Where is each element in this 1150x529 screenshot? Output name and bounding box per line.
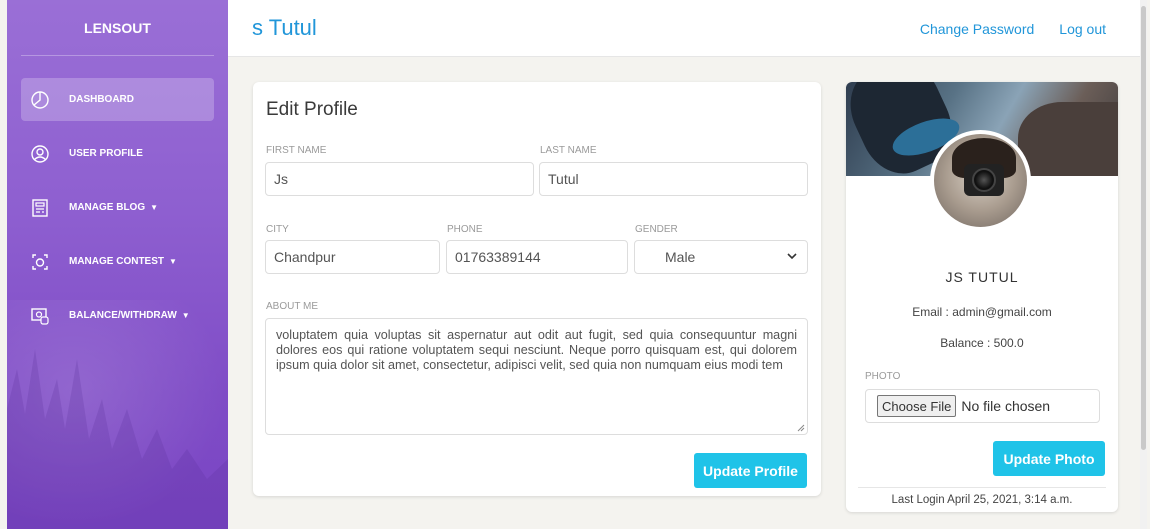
sidebar-item-label: MANAGE CONTEST <box>69 256 164 267</box>
user-card: JS TUTUL Email : admin@gmail.com Balance… <box>846 82 1118 512</box>
about-me-label: ABOUT ME <box>266 301 319 312</box>
camera-icon <box>29 251 51 273</box>
about-me-textarea[interactable]: voluptatem quia voluptas sit aspernatur … <box>265 318 808 435</box>
logout-link[interactable]: Log out <box>1059 21 1106 37</box>
sidebar-item-label: BALANCE/WITHDRAW <box>69 310 177 321</box>
sidebar-item-label: USER PROFILE <box>69 148 143 159</box>
chevron-down-icon <box>787 251 797 263</box>
avatar-shape <box>972 168 996 192</box>
gender-label: GENDER <box>635 224 678 235</box>
card-title: Edit Profile <box>266 99 358 120</box>
choose-file-button[interactable]: Choose File <box>877 395 957 417</box>
about-me-text: voluptatem quia voluptas sit aspernatur … <box>276 328 797 372</box>
gender-selected-value: Male <box>665 249 696 265</box>
sidebar-item-dashboard[interactable]: DASHBOARD <box>21 78 214 121</box>
city-label: CITY <box>266 224 289 235</box>
photo-label: PHOTO <box>865 371 901 382</box>
user-balance: Balance : 500.0 <box>940 336 1024 350</box>
divider <box>858 487 1106 488</box>
gender-select[interactable]: Male <box>634 240 808 274</box>
first-name-field[interactable]: Js <box>265 162 534 196</box>
photo-file-input[interactable]: Choose File No file chosen <box>865 389 1100 423</box>
page-title: s Tutul <box>252 15 317 40</box>
page-scrollbar[interactable] <box>1140 0 1147 529</box>
first-name-label: FIRST NAME <box>266 145 327 156</box>
sidebar-item-user-profile[interactable]: USER PROFILE <box>21 132 214 175</box>
resize-handle-icon[interactable] <box>797 424 805 432</box>
top-links: Change Password Log out <box>920 21 1106 37</box>
user-email: Email : admin@gmail.com <box>912 305 1052 319</box>
caret-down-icon: ▼ <box>169 257 177 266</box>
cover-shape <box>1018 102 1118 176</box>
scrollbar-thumb[interactable] <box>1141 6 1146 450</box>
blog-icon <box>29 197 51 219</box>
avatar <box>930 130 1031 231</box>
last-name-field[interactable]: Tutul <box>539 162 808 196</box>
last-login-text: Last Login April 25, 2021, 3:14 a.m. <box>891 494 1073 506</box>
caret-down-icon: ▼ <box>181 311 190 320</box>
sidebar-item-manage-blog[interactable]: MANAGE BLOG ▼ <box>21 186 214 229</box>
phone-label: PHONE <box>447 224 483 235</box>
user-icon <box>29 143 51 165</box>
phone-field[interactable]: 01763389144 <box>446 240 628 274</box>
file-status-text: No file chosen <box>961 398 1051 414</box>
user-name: JS TUTUL <box>945 269 1019 285</box>
sidebar: LENSOUT DASHBOARD USER PROFILE MANAGE BL… <box>7 0 228 529</box>
sidebar-item-balance-withdraw[interactable]: BALANCE/WITHDRAW ▼ <box>21 294 214 337</box>
edit-profile-card: Edit Profile FIRST NAME Js LAST NAME Tut… <box>253 82 821 496</box>
last-name-label: LAST NAME <box>540 145 597 156</box>
sidebar-item-manage-contest[interactable]: MANAGE CONTEST ▼ <box>21 240 214 283</box>
top-navbar: s Tutul Change Password Log out <box>228 0 1140 57</box>
change-password-link[interactable]: Change Password <box>920 21 1034 37</box>
sidebar-item-label: MANAGE BLOG <box>69 202 146 213</box>
update-photo-button[interactable]: Update Photo <box>993 441 1105 476</box>
caret-down-icon: ▼ <box>150 203 159 212</box>
app-logo[interactable]: LENSOUT <box>21 0 214 56</box>
sidebar-nav: DASHBOARD USER PROFILE MANAGE BLOG ▼ MAN… <box>7 78 228 337</box>
update-profile-button[interactable]: Update Profile <box>694 453 807 488</box>
pie-chart-icon <box>29 89 51 111</box>
city-field[interactable]: Chandpur <box>265 240 440 274</box>
sidebar-item-label: DASHBOARD <box>69 94 134 105</box>
money-icon <box>29 305 51 327</box>
